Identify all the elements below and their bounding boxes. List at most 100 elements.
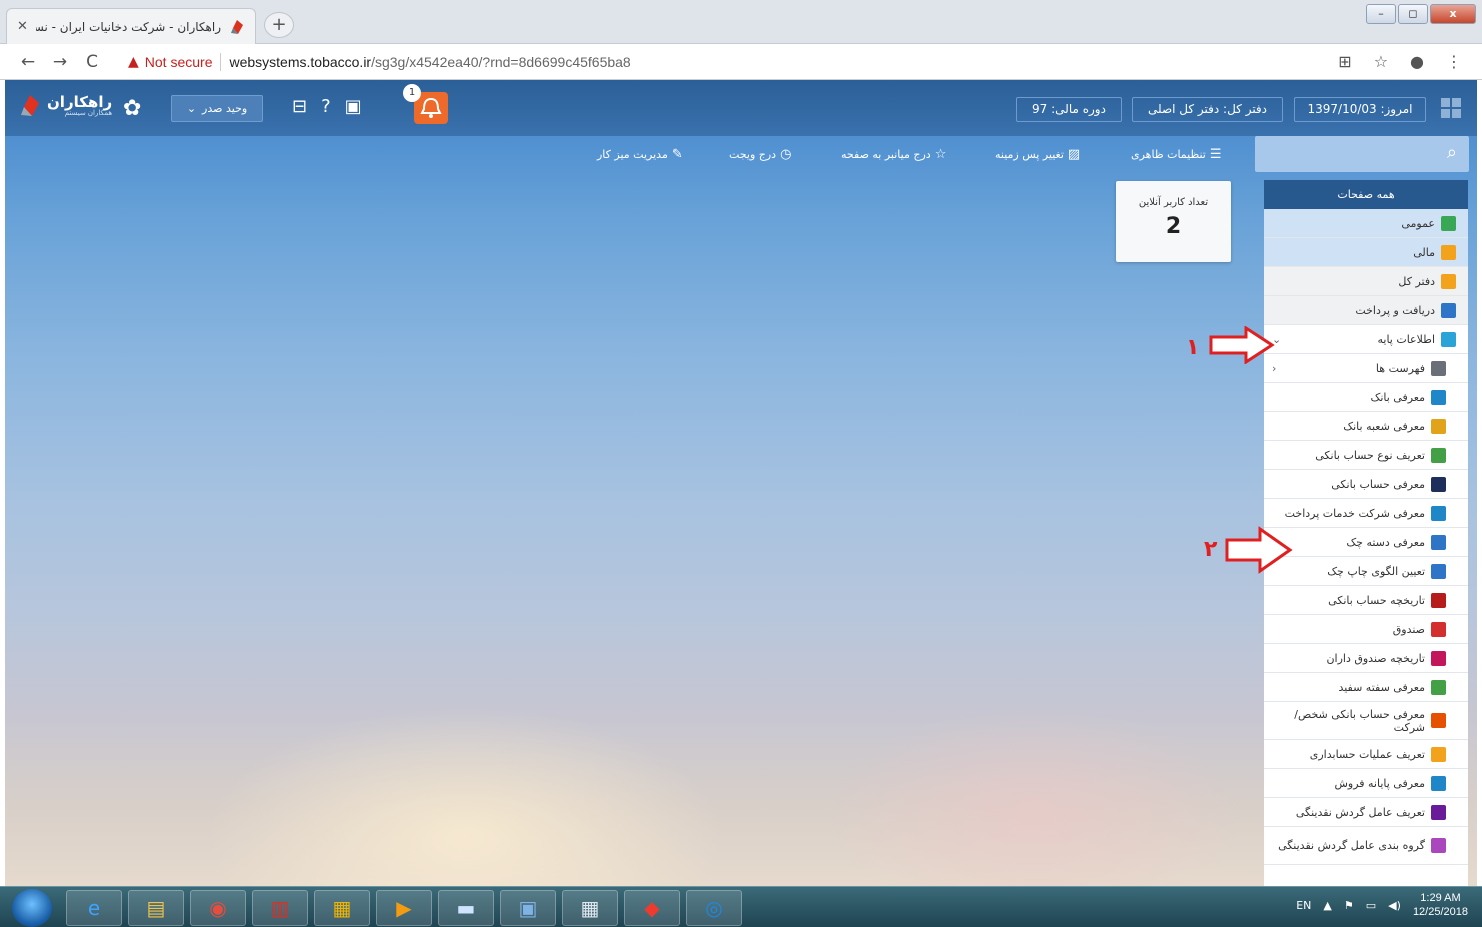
back-icon[interactable]: ← (12, 52, 44, 72)
not-secure-label[interactable]: Not secure (145, 54, 213, 70)
fiscal-period-box[interactable]: دوره مالی: 97 (1016, 97, 1122, 122)
pos-icon (1431, 775, 1446, 791)
sidebar-item-label: دفتر کل (1398, 274, 1435, 288)
sidebar-item-label: معرفی پایانه فروش (1334, 776, 1425, 790)
sidebar-item[interactable]: معرفی دسته چک (1264, 528, 1468, 557)
maximize-button[interactable]: ◻ (1398, 4, 1428, 24)
sidebar-item[interactable]: معرفی شرکت خدمات پرداخت (1264, 499, 1468, 528)
bank-branch-icon (1431, 418, 1446, 434)
sidebar-item[interactable]: صندوق (1264, 615, 1468, 644)
apps-grid-icon[interactable] (1441, 98, 1461, 118)
minimize-button[interactable]: – (1366, 4, 1396, 24)
new-tab-button[interactable]: + (264, 12, 294, 38)
media-player-icon[interactable]: ▶ (376, 890, 432, 926)
network-icon[interactable]: ▭ (1366, 899, 1376, 912)
annotation-arrow-2-icon (1225, 526, 1293, 574)
url-path: /sg3g/x4542ea40/?rnd=8d6699c45f65ba8 (371, 53, 631, 70)
payment-icon (1441, 302, 1456, 318)
logo-mark-icon (21, 95, 39, 116)
chrome-icon[interactable]: ◉ (190, 890, 246, 926)
teamviewer-icon[interactable]: ◎ (686, 890, 742, 926)
bookmark-star-icon[interactable]: ☆ (1374, 52, 1388, 71)
close-window-button[interactable]: x (1430, 4, 1476, 24)
change-background-button[interactable]: ▨تغییر پس زمینه (995, 147, 1080, 162)
desk-management-button[interactable]: ✎مدیریت میز کار (597, 147, 683, 162)
history-icon (1431, 592, 1446, 608)
tray-expand-icon[interactable]: ▲ (1323, 899, 1331, 912)
appearance-settings-label: تنظیمات ظاهری (1131, 148, 1206, 161)
add-widget-button[interactable]: ◷درج ویجت (729, 147, 791, 162)
calculator-icon[interactable]: ▦ (562, 890, 618, 926)
sidebar-item-label: معرفی بانک (1370, 390, 1425, 404)
language-indicator[interactable]: EN (1296, 899, 1311, 912)
sidebar-item[interactable]: تعیین الگوی چاپ چک (1264, 557, 1468, 586)
sidebar-item[interactable]: تعریف عملیات حسابداری (1264, 740, 1468, 769)
translate-icon[interactable]: ⊞ (1338, 52, 1351, 71)
sidebar-item-label: گروه بندی عامل گردش نقدینگی (1278, 839, 1425, 852)
sidebar-item[interactable]: معرفی شعبه بانک (1264, 412, 1468, 441)
menu-dots-icon[interactable]: ⋮ (1446, 52, 1462, 71)
terminal-icon[interactable]: ▣ (345, 96, 362, 117)
report-icon[interactable]: ▥ (252, 890, 308, 926)
checkbook-icon (1431, 534, 1446, 550)
sidebar-item-label: تعریف عملیات حسابداری (1309, 747, 1425, 761)
window-controls: – ◻ x (1366, 4, 1476, 24)
appearance-settings-button[interactable]: ☰تنظیمات ظاهری (1131, 147, 1222, 162)
window-icon[interactable]: ▬ (438, 890, 494, 926)
sidebar-item[interactable]: معرفی حساب بانکی شخص/ شرکت (1264, 702, 1468, 740)
search-input[interactable]: ⌕ (1255, 136, 1469, 172)
add-shortcut-button[interactable]: ☆درج میانبر به صفحه (841, 147, 946, 162)
url-field[interactable]: websystems.tobacco.ir/sg3g/x4542ea40/?rn… (229, 54, 630, 70)
sidebar-item[interactable]: دفتر کل (1264, 267, 1468, 296)
sidebar-item[interactable]: تاریخچه صندوق داران (1264, 644, 1468, 673)
logo-text-block: راهکاران همکاران سیستم (47, 95, 112, 118)
sidebar-item[interactable]: اطلاعات پایه ⌄ (1264, 325, 1468, 354)
rahkaran-logo[interactable]: راهکاران همکاران سیستم (19, 94, 112, 118)
action-center-icon[interactable]: ⚑ (1344, 899, 1354, 912)
clock[interactable]: 1:29 AM 12/25/2018 (1413, 891, 1468, 919)
sidebar-item[interactable]: گروه بندی عامل گردش نقدینگی (1264, 827, 1468, 865)
sidebar-item[interactable]: مالی (1264, 238, 1468, 267)
file-explorer-icon[interactable]: ▤ (128, 890, 184, 926)
finance-icon (1441, 244, 1456, 260)
site-favicon-icon (231, 19, 243, 34)
sidebar-item[interactable]: فهرست ها ‹ (1264, 354, 1468, 383)
help-icon[interactable]: ? (321, 96, 331, 117)
volume-icon[interactable]: ◀) (1388, 899, 1401, 912)
change-background-label: تغییر پس زمینه (995, 148, 1064, 161)
person-account-icon (1431, 713, 1446, 728)
system-tray: EN ▲ ⚑ ▭ ◀) 1:29 AM 12/25/2018 (1296, 891, 1468, 919)
sidebar-item-label: صندوق (1392, 622, 1425, 636)
sidebar-item[interactable]: عمومی (1264, 209, 1468, 238)
sidebar-item-label: مالی (1413, 245, 1435, 259)
sidebar-header[interactable]: همه صفحات (1264, 180, 1468, 209)
sidebar-item[interactable]: معرفی پایانه فروش (1264, 769, 1468, 798)
app-header: راهکاران همکاران سیستم ✿ وحید صدر ⌄ ⊟ ? … (5, 80, 1477, 136)
sidebar-item[interactable]: معرفی سفته سفید (1264, 673, 1468, 702)
sidebar-item[interactable]: تعریف عامل گردش نقدینگی (1264, 798, 1468, 827)
browser-tab[interactable]: راهکاران - شرکت دخانیات ایران - نسخه ۰ ✕ (6, 8, 256, 44)
anydesk-icon[interactable]: ◆ (624, 890, 680, 926)
reload-icon[interactable]: C (76, 52, 108, 72)
address-bar: ← → C ▲ Not secure websystems.tobacco.ir… (0, 44, 1482, 80)
database-tools-icon[interactable]: ▦ (314, 890, 370, 926)
account-icon[interactable]: ● (1410, 52, 1424, 71)
tab-close-icon[interactable]: ✕ (17, 19, 28, 34)
online-users-label: تعداد کاربر آنلاین (1138, 197, 1209, 208)
network-admin-icon[interactable]: ▣ (500, 890, 556, 926)
unit-select[interactable]: وحید صدر ⌄ (171, 95, 263, 122)
sidebar-item[interactable]: تعریف نوع حساب بانکی (1264, 441, 1468, 470)
sidebar-item[interactable]: معرفی حساب بانکی (1264, 470, 1468, 499)
internet-explorer-icon[interactable]: e (66, 890, 122, 926)
settings-gear-icon[interactable]: ✿ (123, 96, 141, 121)
sidebar-item[interactable]: دریافت و پرداخت (1264, 296, 1468, 325)
browser-tab-strip: راهکاران - شرکت دخانیات ایران - نسخه ۰ ✕… (0, 0, 1482, 44)
ledger-box[interactable]: دفتر کل: دفتر کل اصلی (1132, 97, 1283, 122)
sidebar-item[interactable]: معرفی بانک (1264, 383, 1468, 412)
warning-icon[interactable]: ▲ (128, 54, 139, 70)
sidebar-item-label: معرفی دسته چک (1346, 535, 1425, 549)
start-button[interactable] (12, 889, 52, 927)
forward-icon[interactable]: → (44, 52, 76, 72)
sidebar-item[interactable]: تاریخچه حساب بانکی (1264, 586, 1468, 615)
inbox-icon[interactable]: ⊟ (292, 96, 307, 117)
